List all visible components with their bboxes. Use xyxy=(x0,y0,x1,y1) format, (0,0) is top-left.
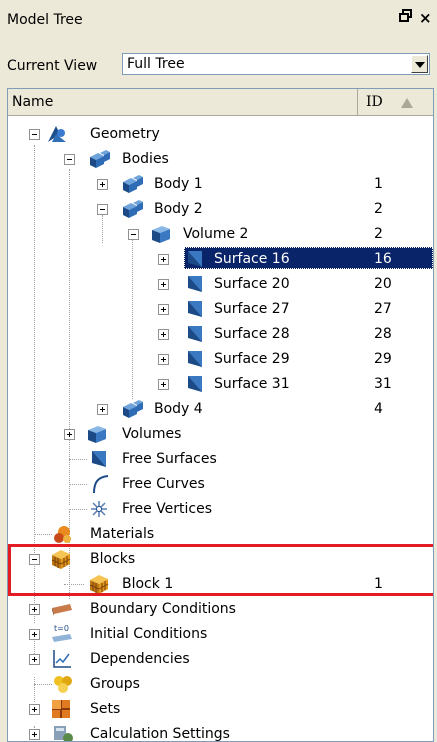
annotation-highlight-box xyxy=(8,544,433,596)
tree-item-dependencies[interactable]: Dependencies xyxy=(8,647,433,671)
expand-icon[interactable] xyxy=(97,179,108,190)
tree-item-initial-conditions[interactable]: t=0 Initial Conditions xyxy=(8,622,433,646)
body-icon xyxy=(123,400,143,418)
tree-item-free-surfaces[interactable]: Free Surfaces xyxy=(8,447,433,471)
current-view-label: Current View xyxy=(7,58,98,74)
tree-item-surface[interactable]: Surface 20 20 xyxy=(8,272,433,296)
tree-item-body-2[interactable]: Body 2 2 xyxy=(8,197,433,221)
pin-icon xyxy=(399,9,412,22)
bodies-icon xyxy=(90,150,110,168)
column-header-name[interactable]: Name xyxy=(8,89,358,115)
expand-icon[interactable] xyxy=(29,704,40,715)
tree-item-surface[interactable]: Surface 27 27 xyxy=(8,297,433,321)
tree-item-free-vertices[interactable]: Free Vertices xyxy=(8,497,433,521)
tree-item-geometry[interactable]: Geometry xyxy=(8,122,433,146)
collapse-icon[interactable] xyxy=(128,229,139,240)
current-view-row: Current View Full Tree xyxy=(0,50,437,80)
tree-header: Name ID xyxy=(8,89,433,116)
tree-item-volumes[interactable]: Volumes xyxy=(8,422,433,446)
chevron-down-icon[interactable] xyxy=(411,55,428,73)
surface-icon xyxy=(188,251,202,267)
calculation-settings-icon xyxy=(54,726,73,741)
model-tree[interactable]: Name ID Geometry Bodies Body 1 1 Body 2 … xyxy=(7,88,434,742)
item-id: 31 xyxy=(374,376,392,392)
surface-icon xyxy=(92,451,106,467)
tree-item-sets[interactable]: Sets xyxy=(8,697,433,721)
expand-icon[interactable] xyxy=(29,604,40,615)
body-icon xyxy=(123,175,143,193)
item-id: 27 xyxy=(374,301,392,317)
expand-icon[interactable] xyxy=(29,729,40,740)
vertex-icon xyxy=(91,501,107,517)
expand-icon[interactable] xyxy=(158,354,169,365)
tree-item-volume-2[interactable]: Volume 2 2 xyxy=(8,222,433,246)
svg-text:t=0: t=0 xyxy=(54,624,69,633)
collapse-icon[interactable] xyxy=(64,154,75,165)
tree-item-body-4[interactable]: Body 4 4 xyxy=(8,397,433,421)
expand-icon[interactable] xyxy=(158,279,169,290)
surface-icon xyxy=(188,276,202,292)
collapse-icon[interactable] xyxy=(29,129,40,140)
volume-icon xyxy=(152,226,170,243)
tree-item-free-curves[interactable]: Free Curves xyxy=(8,472,433,496)
current-view-select[interactable]: Full Tree xyxy=(122,53,430,75)
tree-item-body-1[interactable]: Body 1 1 xyxy=(8,172,433,196)
tree-item-boundary-conditions[interactable]: Boundary Conditions xyxy=(8,597,433,621)
item-id: 20 xyxy=(374,276,392,292)
surface-icon xyxy=(188,326,202,342)
expand-icon[interactable] xyxy=(158,329,169,340)
body-icon xyxy=(123,200,143,218)
expand-icon[interactable] xyxy=(29,629,40,640)
item-id: 2 xyxy=(374,226,383,242)
tree-item-surface[interactable]: Surface 28 28 xyxy=(8,322,433,346)
tree-item-calculation-settings[interactable]: Calculation Settings xyxy=(8,722,433,741)
expand-icon[interactable] xyxy=(97,404,108,415)
item-id: 4 xyxy=(374,401,383,417)
panel-titlebar: Model Tree × xyxy=(0,0,437,38)
initial-conditions-icon: t=0 xyxy=(52,624,72,642)
dependencies-icon xyxy=(53,650,71,668)
surface-icon xyxy=(188,376,202,392)
volume-icon xyxy=(88,426,106,443)
tree-item-bodies[interactable]: Bodies xyxy=(8,147,433,171)
geometry-icon xyxy=(48,126,66,142)
tree-item-surface[interactable]: Surface 16 16 xyxy=(8,247,433,271)
tree-item-groups[interactable]: Groups xyxy=(8,672,433,696)
groups-icon xyxy=(54,676,72,693)
pin-button[interactable] xyxy=(399,9,413,27)
boundary-conditions-icon xyxy=(52,604,72,616)
current-view-value: Full Tree xyxy=(127,56,185,72)
item-id: 28 xyxy=(374,326,392,342)
tree-item-surface[interactable]: Surface 31 31 xyxy=(8,372,433,396)
expand-icon[interactable] xyxy=(158,379,169,390)
item-id: 29 xyxy=(374,351,392,367)
surface-icon xyxy=(188,351,202,367)
sort-ascending-icon xyxy=(401,98,413,108)
curve-icon xyxy=(93,475,109,494)
close-button[interactable]: × xyxy=(419,9,432,27)
materials-icon xyxy=(54,526,71,543)
collapse-icon[interactable] xyxy=(97,204,108,215)
column-header-id[interactable]: ID xyxy=(358,89,433,115)
expand-icon[interactable] xyxy=(64,429,75,440)
tree-item-surface[interactable]: Surface 29 29 xyxy=(8,347,433,371)
sets-icon xyxy=(52,700,70,718)
item-id: 2 xyxy=(374,201,383,217)
panel-title: Model Tree xyxy=(7,12,83,28)
expand-icon[interactable] xyxy=(29,654,40,665)
expand-icon[interactable] xyxy=(158,304,169,315)
tree-item-materials[interactable]: Materials xyxy=(8,522,433,546)
expand-icon[interactable] xyxy=(158,254,169,265)
surface-icon xyxy=(188,301,202,317)
item-id: 1 xyxy=(374,176,383,192)
item-id: 16 xyxy=(374,251,392,267)
